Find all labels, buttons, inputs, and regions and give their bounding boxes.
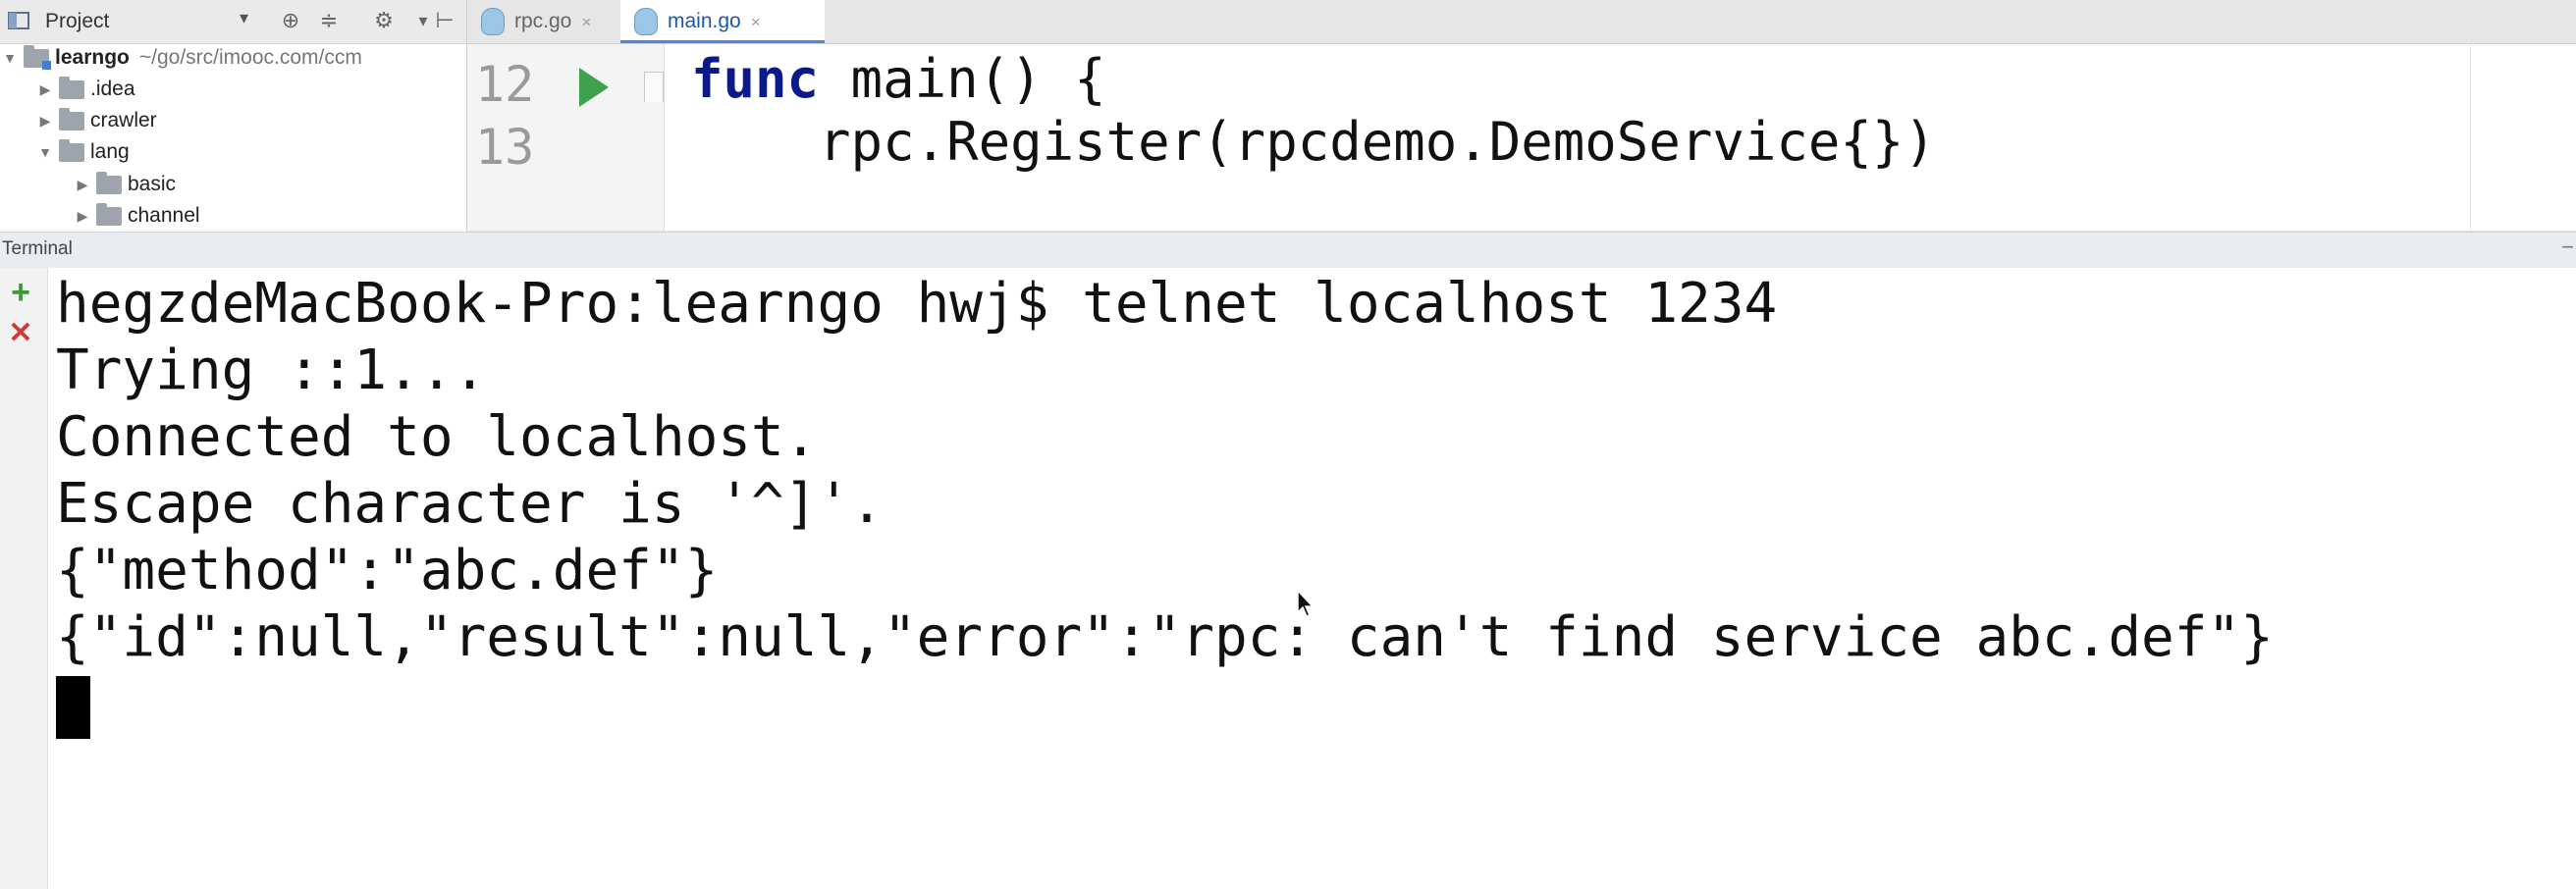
tree-item-channel[interactable]: ▶ channel <box>73 200 200 232</box>
close-icon[interactable]: × <box>581 13 591 31</box>
folder-icon <box>59 107 84 131</box>
expand-arrow-icon[interactable]: ▼ <box>35 136 55 168</box>
hide-icon[interactable]: ⊢ <box>432 8 457 33</box>
tree-item-crawler[interactable]: ▶ crawler <box>35 105 157 136</box>
folder-icon <box>59 76 84 99</box>
project-view-icon <box>8 12 29 29</box>
gear-icon[interactable]: ⚙ <box>371 8 397 33</box>
code-line[interactable]: rpc.Register(rpcdemo.DemoService{}) <box>691 111 1936 173</box>
fold-marker-icon[interactable] <box>644 72 664 102</box>
collapse-arrow-icon[interactable]: ▶ <box>35 74 55 105</box>
terminal-toolbar: + ✕ <box>0 268 48 889</box>
terminal-header: Terminal − <box>0 232 2576 269</box>
scroll-from-source-icon[interactable]: ⊕ <box>278 8 303 33</box>
line-number: 13 <box>475 119 535 176</box>
tab-main-go[interactable]: main.go × <box>620 0 825 43</box>
close-icon[interactable]: × <box>751 13 761 31</box>
folder-icon <box>96 202 122 226</box>
collapse-arrow-icon[interactable]: ▶ <box>73 169 92 200</box>
code-line[interactable]: func main() { <box>691 48 1106 110</box>
right-margin-guide <box>2470 44 2471 232</box>
run-icon[interactable] <box>579 68 609 107</box>
project-panel-header: Project ▾ ⊕ ≑ ⚙ ▾ ⊢ <box>0 0 466 44</box>
terminal-line: Connected to localhost. <box>56 405 818 469</box>
terminal-line: {"method":"abc.def"} <box>56 539 719 602</box>
terminal-title[interactable]: Terminal <box>2 238 73 260</box>
collapse-all-icon[interactable]: ≑ <box>316 8 342 33</box>
collapse-arrow-icon[interactable]: ▶ <box>35 105 55 136</box>
line-number: 12 <box>475 56 535 113</box>
project-panel-title[interactable]: Project <box>45 10 109 33</box>
go-file-icon <box>634 8 658 35</box>
go-file-icon <box>481 8 505 35</box>
new-session-button[interactable]: + <box>6 276 35 309</box>
collapse-arrow-icon[interactable]: ▶ <box>73 200 92 232</box>
mouse-pointer-icon <box>1297 589 1315 617</box>
folder-icon <box>96 171 122 194</box>
expand-arrow-icon[interactable]: ▼ <box>0 42 20 74</box>
terminal-line: Trying ::1... <box>56 339 487 402</box>
terminal-line: hegzdeMacBook-Pro:learngo hwj$ telnet lo… <box>56 272 1778 336</box>
terminal-cursor <box>56 676 90 739</box>
folder-icon <box>59 138 84 162</box>
editor-gutter: 12 13 <box>467 44 665 232</box>
tree-item-idea[interactable]: ▶ .idea <box>35 74 135 105</box>
chevron-down-icon[interactable]: ▾ <box>240 8 248 28</box>
minimize-icon[interactable]: − <box>2561 235 2574 260</box>
module-folder-icon <box>24 44 51 70</box>
tree-item-lang[interactable]: ▼ lang <box>35 136 130 168</box>
terminal-line: {"id":null,"result":null,"error":"rpc: c… <box>56 605 2274 669</box>
terminal-output[interactable]: hegzdeMacBook-Pro:learngo hwj$ telnet lo… <box>48 268 2576 889</box>
terminal-line: Escape character is '^]'. <box>56 472 884 536</box>
editor-tab-bar: rpc.go × main.go × <box>467 0 2576 44</box>
tree-item-basic[interactable]: ▶ basic <box>73 169 176 200</box>
project-panel: Project ▾ ⊕ ≑ ⚙ ▾ ⊢ ▼ learngo ~/go/src/imo… <box>0 0 467 232</box>
code-editor[interactable]: 12 13 func main() { rpc.Register(rpcdemo… <box>467 44 2576 232</box>
tree-item-learngo[interactable]: ▼ learngo ~/go/src/imooc.com/ccm <box>0 42 362 74</box>
close-session-button[interactable]: ✕ <box>6 319 35 348</box>
